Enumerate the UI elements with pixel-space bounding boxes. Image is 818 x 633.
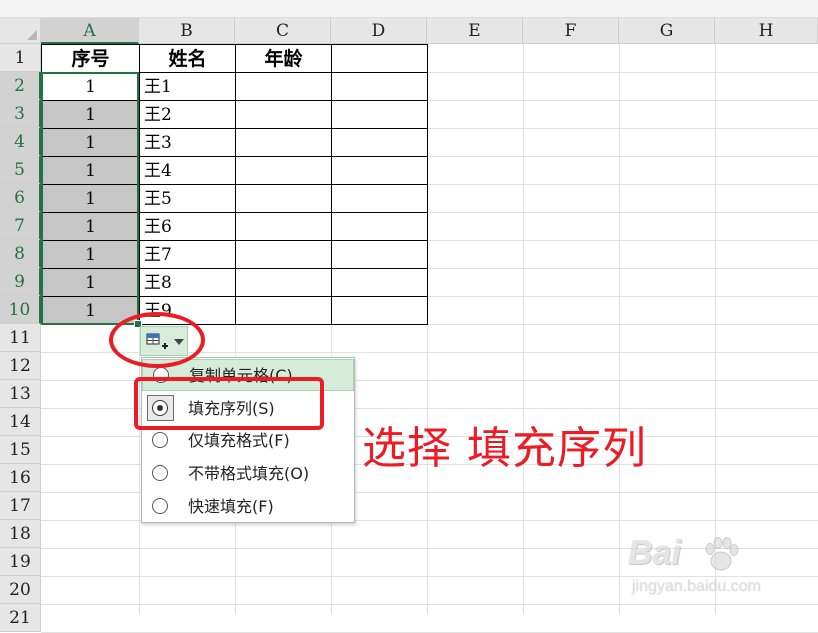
row-header-14[interactable]: 14 [0, 408, 41, 436]
cell-c5[interactable] [235, 156, 332, 185]
cell-a5[interactable]: 1 [41, 156, 140, 185]
gridline [715, 44, 716, 614]
header-cell-c1[interactable]: 年龄 [235, 44, 332, 73]
spreadsheet: ABCDEFGH 1 2 3 4 5 6 7 8 9 10 11 12 13 14 15 16 17 18 19 20… [0, 0, 818, 633]
row-header-6[interactable]: 6 [0, 184, 41, 212]
row-header-8[interactable]: 8 [0, 240, 41, 268]
select-all-corner[interactable] [0, 18, 41, 44]
cell-c9[interactable] [235, 268, 332, 297]
watermark-site: jingyan.baidu.com [632, 578, 761, 595]
red-circle-annotation [109, 312, 205, 368]
cell-c6[interactable] [235, 184, 332, 213]
menu-item-fill-without-formatting[interactable]: 不带格式填充(O) [142, 458, 354, 490]
radio-fill-without-formatting[interactable] [152, 465, 168, 481]
cell-c3[interactable] [235, 100, 332, 129]
annotation-text: 选择 填充序列 [362, 423, 647, 474]
cell-b8[interactable]: 王7 [139, 240, 236, 269]
row-header-15[interactable]: 15 [0, 436, 41, 464]
column-header-d[interactable]: D [331, 18, 427, 44]
cell-b2[interactable]: 王1 [139, 72, 236, 101]
row-header-1[interactable]: 1 [0, 44, 41, 72]
column-header-g[interactable]: G [619, 18, 715, 44]
row-header-9[interactable]: 9 [0, 268, 41, 296]
menu-item-label: 快速填充(F) [188, 497, 274, 516]
formula-bar-edge [0, 0, 818, 18]
row-header-13[interactable]: 13 [0, 380, 41, 408]
cell-d4[interactable] [331, 128, 428, 157]
column-header-c[interactable]: C [235, 18, 331, 44]
menu-item-flash-fill[interactable]: 快速填充(F) [142, 491, 354, 523]
watermark-brand: Bai [628, 534, 681, 572]
baidu-watermark: Bai jingyan.baidu.com [628, 530, 814, 610]
row-header-5[interactable]: 5 [0, 156, 41, 184]
cell-a3[interactable]: 1 [41, 100, 140, 129]
header-cell-a1[interactable]: 序号 [41, 44, 140, 73]
cell-a4[interactable]: 1 [41, 128, 140, 157]
cell-a8[interactable]: 1 [41, 240, 140, 269]
row-header-19[interactable]: 19 [0, 548, 41, 576]
cell-a2[interactable]: 1 [41, 72, 140, 101]
row-header-10[interactable]: 10 [0, 296, 41, 324]
select-all-triangle-icon [27, 30, 37, 40]
column-header-f[interactable]: F [523, 18, 619, 44]
cell-b5[interactable]: 王4 [139, 156, 236, 185]
row-header-4[interactable]: 4 [0, 128, 41, 156]
cell-d10[interactable] [331, 296, 428, 325]
column-header-b[interactable]: B [139, 18, 235, 44]
cell-d3[interactable] [331, 100, 428, 129]
cell-d8[interactable] [331, 240, 428, 269]
cell-d9[interactable] [331, 268, 428, 297]
cell-a7[interactable]: 1 [41, 212, 140, 241]
cell-b9[interactable]: 王8 [139, 268, 236, 297]
cell-d1[interactable] [331, 44, 428, 73]
header-cell-b1[interactable]: 姓名 [139, 44, 236, 73]
radio-flash-fill[interactable] [152, 498, 168, 514]
cell-d6[interactable] [331, 184, 428, 213]
row-header-16[interactable]: 16 [0, 464, 41, 492]
cell-c10[interactable] [235, 296, 332, 325]
row-header-12[interactable]: 12 [0, 352, 41, 380]
cell-a9[interactable]: 1 [41, 268, 140, 297]
column-header-h[interactable]: H [715, 18, 818, 44]
red-box-annotation [134, 377, 324, 430]
cell-b7[interactable]: 王6 [139, 212, 236, 241]
row-header-7[interactable]: 7 [0, 212, 41, 240]
row-header-20[interactable]: 20 [0, 576, 41, 604]
row-header-3[interactable]: 3 [0, 100, 41, 128]
row-header-11[interactable]: 11 [0, 324, 41, 352]
row-header-2[interactable]: 2 [0, 72, 41, 100]
column-header-a[interactable]: A [41, 18, 139, 44]
cell-d7[interactable] [331, 212, 428, 241]
menu-item-label: 不带格式填充(O) [188, 464, 310, 483]
radio-fill-formatting-only[interactable] [152, 432, 168, 448]
cell-b6[interactable]: 王5 [139, 184, 236, 213]
cell-d5[interactable] [331, 156, 428, 185]
cell-a6[interactable]: 1 [41, 184, 140, 213]
cell-d2[interactable] [331, 72, 428, 101]
cell-c7[interactable] [235, 212, 332, 241]
row-header-18[interactable]: 18 [0, 520, 41, 548]
gridline [619, 44, 620, 614]
row-header-21[interactable]: 21 [0, 604, 41, 632]
gridline [523, 44, 524, 614]
cell-c8[interactable] [235, 240, 332, 269]
paw-icon [705, 537, 739, 571]
cell-c4[interactable] [235, 128, 332, 157]
cell-c2[interactable] [235, 72, 332, 101]
cell-b3[interactable]: 王2 [139, 100, 236, 129]
row-header-17[interactable]: 17 [0, 492, 41, 520]
cell-b4[interactable]: 王3 [139, 128, 236, 157]
column-header-e[interactable]: E [427, 18, 523, 44]
